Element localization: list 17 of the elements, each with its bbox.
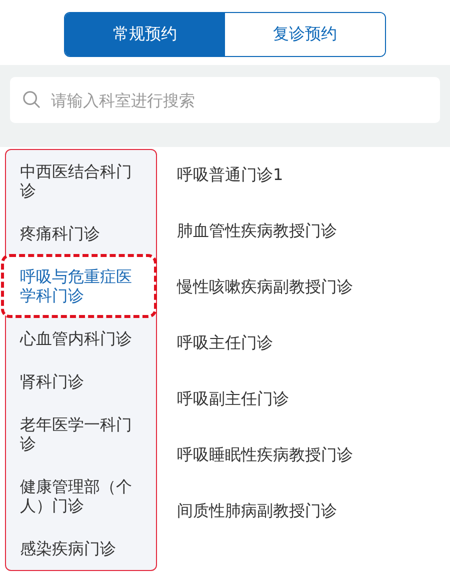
department-item[interactable]: 老年医学一科门诊 <box>6 403 156 465</box>
department-item[interactable]: 感染疾病门诊 <box>6 527 156 570</box>
department-item[interactable]: 疼痛科门诊 <box>6 212 156 255</box>
clinic-item[interactable]: 呼吸睡眠性疾病教授门诊 <box>177 427 450 483</box>
clinic-item[interactable]: 呼吸普通门诊1 <box>177 147 450 203</box>
department-item[interactable]: 心血管内科门诊 <box>6 317 156 360</box>
department-item[interactable]: 呼吸与危重症医学科门诊 <box>2 255 156 317</box>
clinic-item[interactable]: 呼吸副主任门诊 <box>177 371 450 427</box>
clinic-item[interactable]: 肺血管性疾病教授门诊 <box>177 203 450 259</box>
department-item[interactable]: 中西医结合科门诊 <box>6 150 156 212</box>
clinic-item[interactable]: 间质性肺病副教授门诊 <box>177 483 450 539</box>
department-item[interactable]: 肾科门诊 <box>6 360 156 403</box>
tab[interactable]: 常规预约 <box>65 13 225 56</box>
search-field[interactable]: 请输入科室进行搜索 <box>10 77 440 123</box>
clinic-item[interactable]: 慢性咳嗽疾病副教授门诊 <box>177 259 450 315</box>
clinic-item[interactable]: 呼吸主任门诊 <box>177 315 450 371</box>
department-item[interactable]: 健康管理部（个人）门诊 <box>6 465 156 527</box>
